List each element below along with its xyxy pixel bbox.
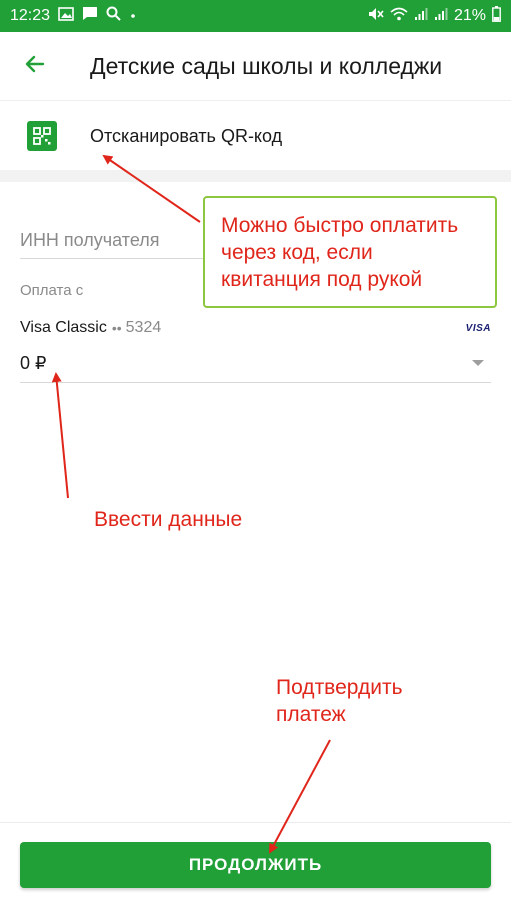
qr-code-icon xyxy=(27,121,57,151)
status-right: 21% xyxy=(368,5,511,27)
section-divider xyxy=(0,170,511,182)
page-title: Детские сады школы и колледжи xyxy=(90,52,443,79)
status-time: 12:23 xyxy=(10,7,51,24)
battery-icon xyxy=(492,5,501,27)
pay-from-label: Оплата с xyxy=(20,282,84,299)
scan-qr-label: Отсканировать QR-код xyxy=(90,125,283,146)
card-selector[interactable]: Visa Classic •• 5324 VISA xyxy=(20,316,491,340)
wifi-icon xyxy=(390,7,408,26)
back-button[interactable] xyxy=(0,32,70,100)
qr-callout-line-3: квитанция под рукой xyxy=(221,268,423,291)
confirm-annotation-line-2: платеж xyxy=(276,703,346,726)
status-left: 12:23 xyxy=(0,6,137,26)
signal-1-icon xyxy=(414,7,428,26)
continue-button[interactable]: ПРОДОЛЖИТЬ xyxy=(20,842,491,888)
qr-callout-line-1: Можно быстро оплатить xyxy=(221,214,459,237)
dot-notification-icon xyxy=(129,7,137,25)
message-notification-icon xyxy=(82,6,98,26)
dropdown-caret-icon[interactable] xyxy=(471,354,485,372)
enter-data-annotation: Ввести данные xyxy=(94,508,243,531)
mute-icon xyxy=(368,7,384,26)
signal-2-icon xyxy=(434,7,448,26)
visa-logo: VISA xyxy=(465,322,491,334)
gallery-notification-icon xyxy=(58,6,74,26)
scan-qr-button[interactable]: Отсканировать QR-код xyxy=(0,102,511,170)
card-name: Visa Classic xyxy=(20,319,107,336)
confirm-annotation-arrow xyxy=(269,739,331,854)
search-notification-icon xyxy=(106,6,121,26)
qr-callout-box: Можно быстро оплатить через код, если кв… xyxy=(203,196,497,308)
confirm-annotation: Подтвердить платеж xyxy=(276,674,403,728)
battery-percent: 21% xyxy=(453,7,486,24)
amount-field[interactable]: 0 ₽ xyxy=(20,344,491,383)
back-arrow-icon xyxy=(23,52,47,81)
card-mask-dots: •• xyxy=(111,320,122,336)
confirm-annotation-line-1: Подтвердить xyxy=(276,676,403,699)
status-bar: 12:23 21% xyxy=(0,0,511,32)
qr-callout-line-2: через код, если xyxy=(221,241,373,264)
inn-placeholder: ИНН получателя xyxy=(20,229,160,250)
card-number: 5324 xyxy=(125,319,162,336)
enter-data-annotation-arrow xyxy=(51,372,69,499)
bottom-divider xyxy=(0,822,511,823)
app-bar: Детские сады школы и колледжи xyxy=(0,32,511,101)
amount-value: 0 ₽ xyxy=(20,352,47,373)
